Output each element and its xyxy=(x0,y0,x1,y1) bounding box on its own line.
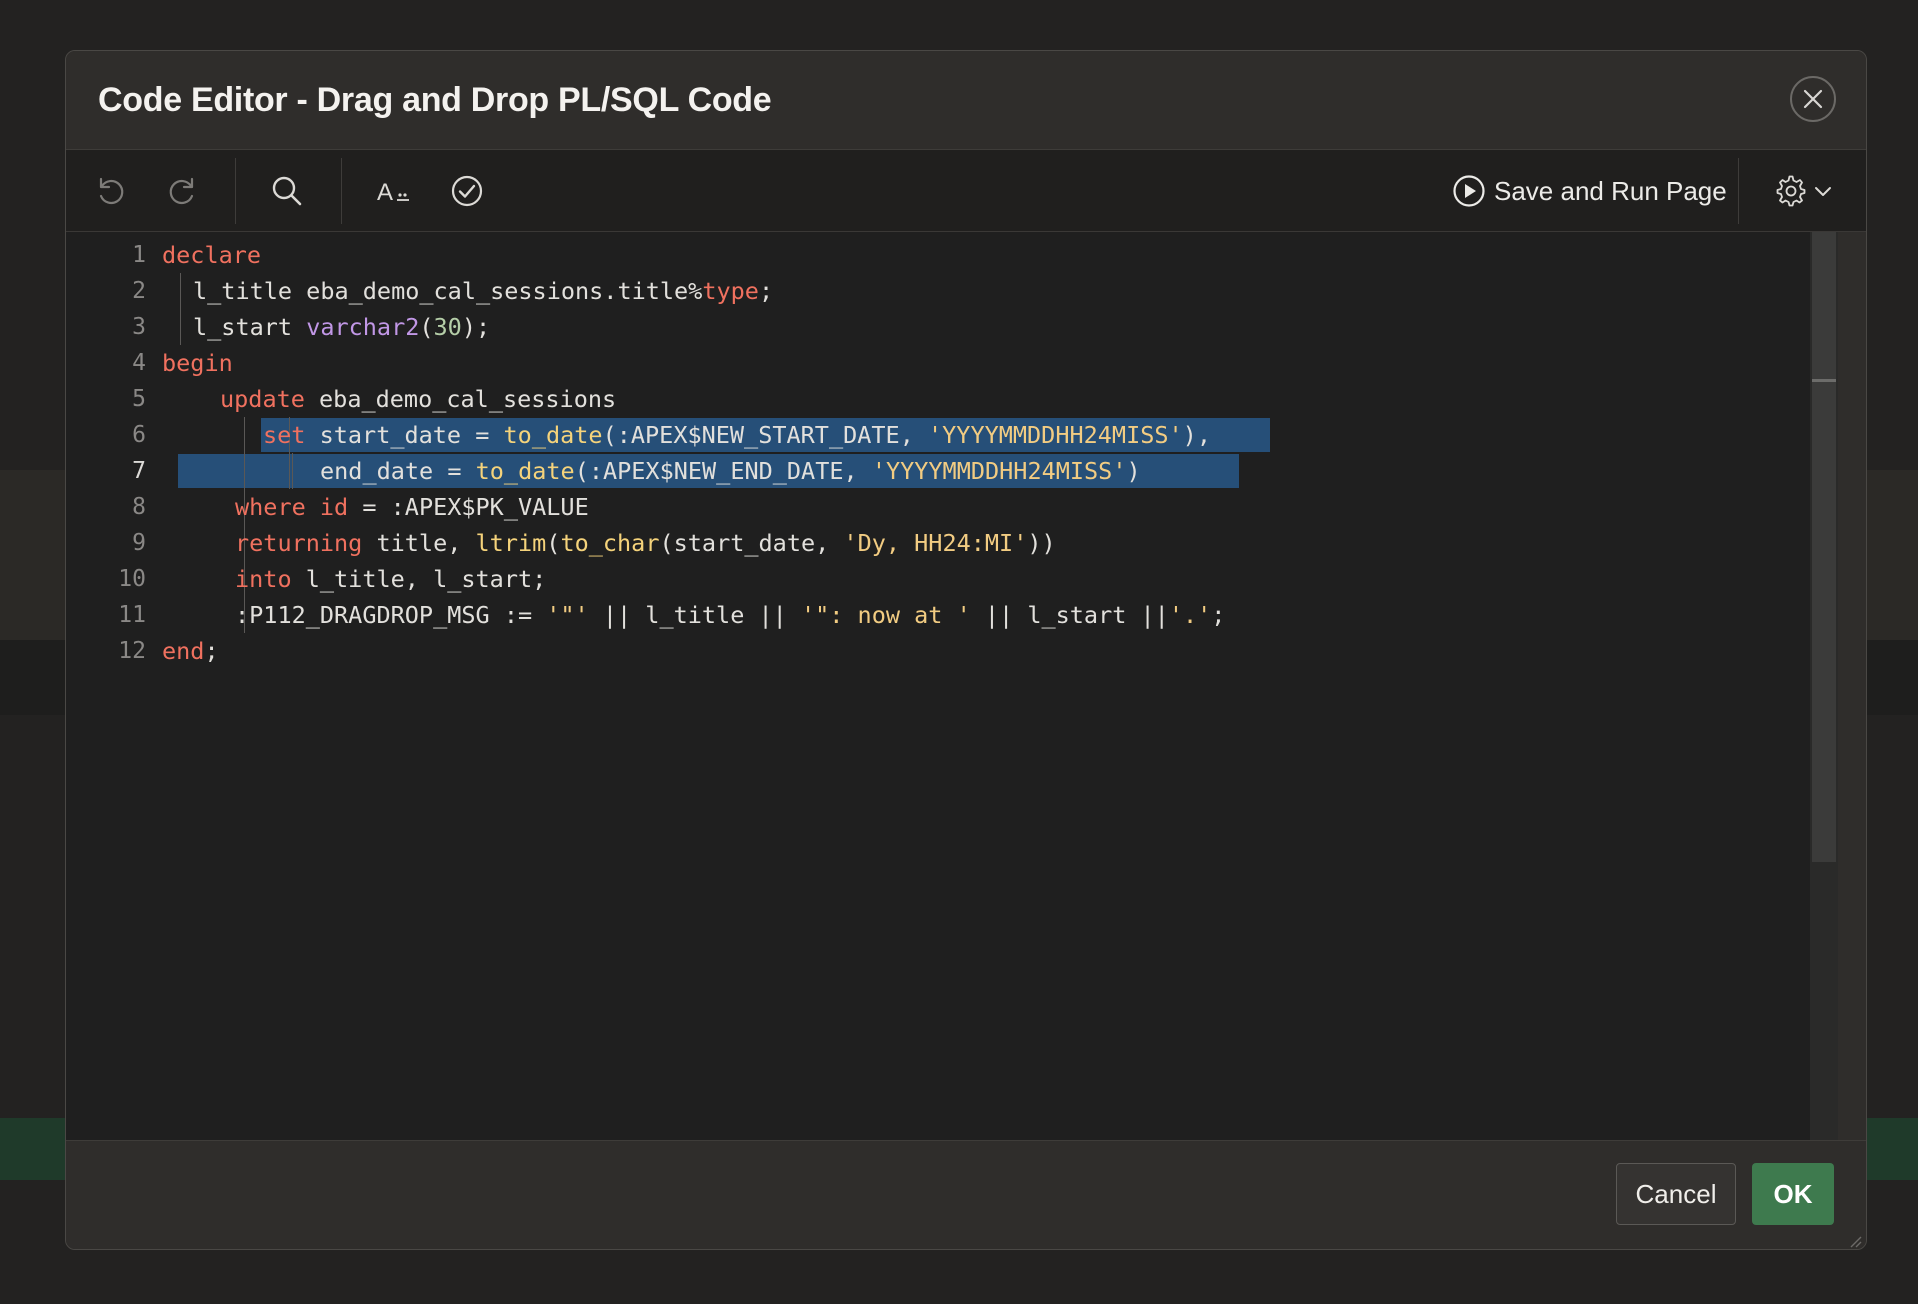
code-token: 'Dy, HH24:MI' xyxy=(843,529,1028,557)
search-button[interactable] xyxy=(264,168,310,214)
dialog-footer: Cancel OK xyxy=(66,1140,1866,1249)
code-line: into l_title, l_start; xyxy=(235,561,546,597)
close-button[interactable] xyxy=(1790,76,1836,122)
font-size-icon: A xyxy=(377,179,409,206)
validate-check-icon xyxy=(451,175,483,207)
code-token: )) xyxy=(1027,529,1056,557)
code-token: ( xyxy=(546,529,561,557)
code-token: where xyxy=(235,493,306,521)
code-token: l_start xyxy=(193,313,307,341)
code-token: ltrim xyxy=(475,529,547,557)
search-icon xyxy=(272,176,302,206)
code-line: end; xyxy=(162,633,219,669)
code-token: declare xyxy=(162,241,262,269)
code-editor-dialog: Code Editor - Drag and Drop PL/SQL Code xyxy=(65,50,1867,1250)
validate-button[interactable] xyxy=(444,168,490,214)
indent-guide xyxy=(180,273,181,345)
code-token: 'YYYYMMDDHH24MISS' xyxy=(928,421,1183,449)
code-token: (start_date, xyxy=(659,529,844,557)
code-token: start_date = xyxy=(305,421,504,449)
vertical-scrollbar[interactable] xyxy=(1810,232,1838,1140)
code-token: varchar2 xyxy=(306,313,420,341)
code-line: begin xyxy=(162,345,233,381)
cancel-button[interactable]: Cancel xyxy=(1616,1163,1736,1225)
code-line: :P112_DRAGDROP_MSG := '"' || l_title || … xyxy=(235,597,1225,633)
toolbar-divider xyxy=(235,158,236,224)
code-token: || l_title || xyxy=(588,601,801,629)
code-token: ( xyxy=(419,313,434,341)
code-token: to_char xyxy=(560,529,660,557)
code-token: :P112_DRAGDROP_MSG := xyxy=(235,601,547,629)
code-token: ; xyxy=(758,277,774,305)
play-circle-icon xyxy=(1453,175,1485,207)
code-token: (:APEX$NEW_END_DATE, xyxy=(574,457,872,485)
redo-icon xyxy=(169,177,194,205)
settings-menu-button[interactable] xyxy=(1774,168,1840,214)
gear-icon xyxy=(1776,175,1806,207)
code-token: ); xyxy=(461,313,491,341)
font-size-button[interactable]: A xyxy=(370,168,420,214)
code-token: || l_start || xyxy=(970,601,1169,629)
code-token: set xyxy=(263,421,306,449)
code-token: begin xyxy=(162,349,233,377)
svg-text:A: A xyxy=(377,179,393,206)
scrollbar-marker xyxy=(1812,379,1836,382)
code-token: title, xyxy=(362,529,476,557)
code-token: 30 xyxy=(433,313,462,341)
code-token: end xyxy=(162,637,205,665)
code-editor[interactable]: 1 2 3 4 5 6 7 8 9 10 11 12 declare l_title eba_demo_… xyxy=(66,232,1838,1140)
toolbar-divider xyxy=(341,158,342,224)
undo-button[interactable] xyxy=(88,168,134,214)
undo-icon xyxy=(99,177,124,205)
dialog-title: Code Editor - Drag and Drop PL/SQL Code xyxy=(98,81,772,119)
toolbar-divider xyxy=(1738,158,1739,224)
code-token: into xyxy=(235,565,292,593)
code-token: update xyxy=(220,385,305,413)
code-token: ; xyxy=(1211,601,1226,629)
ok-button[interactable]: OK xyxy=(1752,1163,1834,1225)
save-and-run-label: Save and Run Page xyxy=(1494,175,1727,206)
code-token: id xyxy=(319,493,349,521)
scrollbar-thumb[interactable] xyxy=(1812,232,1836,862)
code-token: '.' xyxy=(1168,601,1212,629)
code-line: declare xyxy=(162,237,261,273)
save-and-run-button[interactable]: Save and Run Page xyxy=(1452,168,1727,214)
code-token: eba_demo_cal_sessions xyxy=(304,385,617,413)
code-line: end_date = to_date(:APEX$NEW_END_DATE, '… xyxy=(320,453,1141,489)
code-line: returning title, ltrim(to_char(start_dat… xyxy=(235,525,1056,561)
code-line: where id = :APEX$PK_VALUE xyxy=(235,489,589,525)
resize-grip-icon[interactable] xyxy=(1848,1234,1862,1248)
code-token: end_date = xyxy=(320,457,476,485)
code-token: ), xyxy=(1182,421,1211,449)
code-token: type xyxy=(702,277,759,305)
code-token: '"' xyxy=(546,601,589,629)
code-line: l_start varchar2(30); xyxy=(193,309,490,345)
indent-guide xyxy=(292,453,293,489)
code-token: '": now at ' xyxy=(800,601,971,629)
code-token: = :APEX$PK_VALUE xyxy=(348,493,589,521)
code-line: l_title eba_demo_cal_sessions.title%type… xyxy=(193,273,773,309)
editor-toolbar: A Save and Run Page xyxy=(66,150,1866,232)
code-token: 'YYYYMMDDHH24MISS' xyxy=(871,457,1127,485)
code-token: ) xyxy=(1126,457,1141,485)
code-token: to_date xyxy=(503,421,603,449)
redo-button[interactable] xyxy=(159,168,205,214)
code-line: update eba_demo_cal_sessions xyxy=(220,381,616,417)
code-token: ; xyxy=(204,637,219,665)
chevron-down-icon xyxy=(1815,187,1831,196)
code-area[interactable]: declare l_title eba_demo_cal_sessions.tit… xyxy=(66,232,1838,1140)
code-token: l_title eba_demo_cal_sessions.title% xyxy=(193,277,703,305)
code-token: (:APEX$NEW_START_DATE, xyxy=(602,421,928,449)
code-token: to_date xyxy=(475,457,575,485)
code-token: l_title, l_start; xyxy=(291,565,547,593)
code-token: returning xyxy=(235,529,363,557)
close-icon xyxy=(1803,89,1823,109)
dialog-header: Code Editor - Drag and Drop PL/SQL Code xyxy=(66,51,1866,150)
code-line: set start_date = to_date(:APEX$NEW_START… xyxy=(263,417,1211,453)
